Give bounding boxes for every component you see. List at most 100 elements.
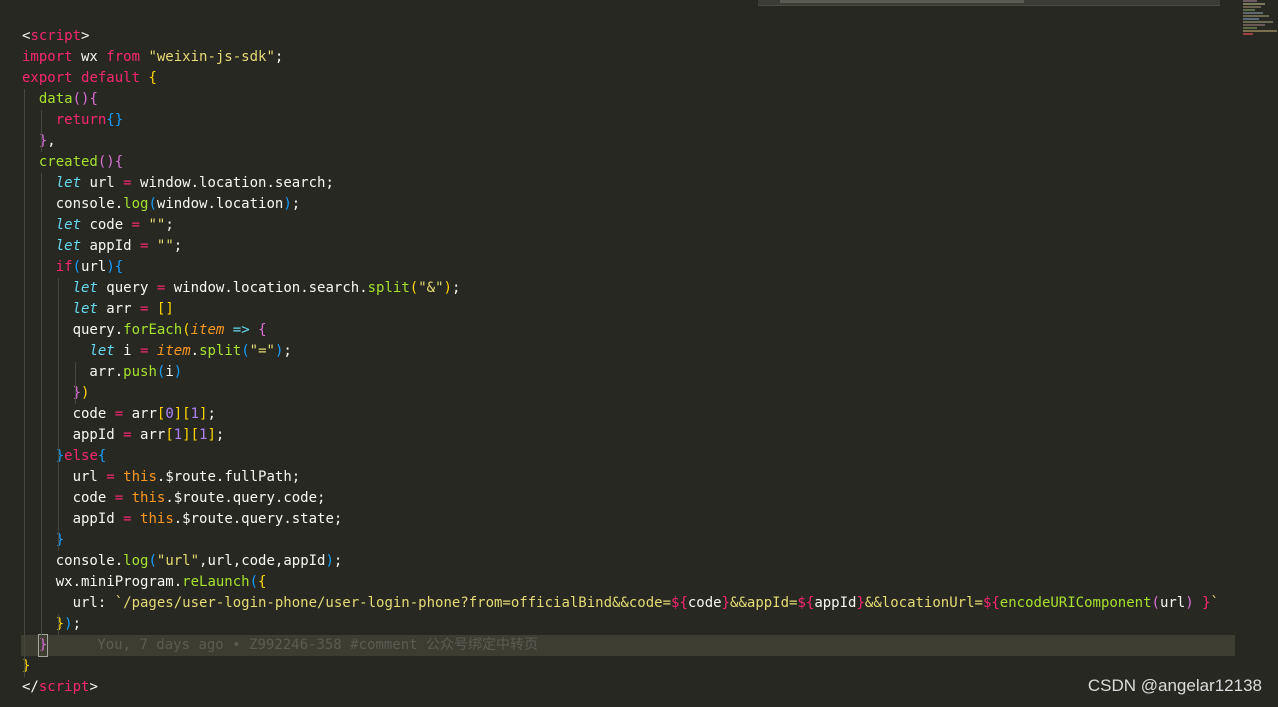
code-line[interactable]: let query = window.location.search.split…: [22, 278, 1235, 299]
code-line[interactable]: }else{: [22, 446, 1235, 467]
code-token: >: [89, 679, 98, 695]
indent-guide: [41, 173, 42, 656]
code-line[interactable]: data(){: [22, 89, 1235, 110]
code-token: (: [182, 322, 191, 338]
code-token: appId: [22, 427, 124, 443]
code-token: {: [114, 154, 124, 170]
code-line[interactable]: url: `/pages/user-login-phone/user-login…: [22, 593, 1235, 614]
code-line[interactable]: if(url){: [22, 257, 1235, 278]
code-token: ,url,code,appId: [199, 553, 326, 569]
code-token: (: [148, 553, 157, 569]
code-line[interactable]: query.forEach(item => {: [22, 320, 1235, 341]
code-token: appId: [22, 511, 124, 527]
code-editor[interactable]: <script> import wx from "weixin-js-sdk"; e…: [0, 0, 1240, 707]
code-token: }: [55, 532, 65, 548]
code-token: &&appId=: [730, 595, 798, 611]
code-token: ): [81, 385, 90, 401]
code-token: ): [64, 616, 73, 632]
code-line[interactable]: let i = item.split("=");: [22, 341, 1235, 362]
code-token: }: [721, 595, 731, 611]
code-token: ;: [333, 553, 343, 569]
code-token: {: [258, 322, 267, 338]
code-token: let: [72, 301, 98, 317]
code-line[interactable]: },: [22, 131, 1235, 152]
code-token: =: [123, 511, 132, 527]
git-blame-annotation: You, 7 days ago • Z992246-358 #comment 公…: [97, 637, 539, 653]
code-lines[interactable]: <script> import wx from "weixin-js-sdk"; e…: [21, 26, 1235, 698]
minimap[interactable]: [1243, 0, 1278, 48]
code-token: item: [156, 343, 191, 359]
code-line[interactable]: let arr = []: [22, 299, 1235, 320]
code-token: (): [97, 154, 115, 170]
code-token: code: [22, 406, 115, 422]
code-line[interactable]: arr.push(i): [22, 362, 1235, 383]
code-token: i: [165, 364, 174, 380]
code-token: ;: [274, 49, 284, 65]
code-line[interactable]: export default {: [22, 68, 1235, 89]
code-token: arr.: [22, 364, 124, 380]
code-token: default: [81, 70, 141, 86]
code-line[interactable]: }): [22, 383, 1235, 404]
code-line[interactable]: }: [22, 656, 1235, 677]
code-token: ): [106, 259, 115, 275]
code-token: "weixin-js-sdk": [148, 49, 275, 65]
code-token: log: [123, 553, 149, 569]
code-token: (: [241, 343, 250, 359]
code-token: script: [38, 679, 90, 695]
code-line[interactable]: appId = this.$route.query.state;: [22, 509, 1235, 530]
code-token: "": [156, 238, 174, 254]
code-token: ): [283, 196, 292, 212]
code-token: this: [123, 469, 157, 485]
code-token: let: [55, 238, 82, 254]
code-token: ): [443, 280, 452, 296]
code-token: {: [148, 70, 157, 86]
code-line[interactable]: created(){: [22, 152, 1235, 173]
code-line[interactable]: let code = "";: [22, 215, 1235, 236]
code-token: url: [81, 175, 124, 191]
code-token: encodeURIComponent: [999, 595, 1152, 611]
code-token: let: [72, 280, 98, 296]
code-line[interactable]: code = arr[0][1];: [22, 404, 1235, 425]
code-token: ;: [72, 616, 82, 632]
code-line[interactable]: code = this.$route.query.code;: [22, 488, 1235, 509]
code-line[interactable]: wx.miniProgram.reLaunch({: [22, 572, 1235, 593]
code-token: log: [123, 196, 149, 212]
code-token: url: [1159, 595, 1186, 611]
code-token: ): [173, 364, 183, 380]
code-token: appId: [81, 238, 141, 254]
code-token: window.location: [156, 196, 284, 212]
code-token: "&": [418, 280, 444, 296]
code-line[interactable]: return{}: [22, 110, 1235, 131]
code-line[interactable]: let url = window.location.search;: [22, 173, 1235, 194]
code-line[interactable]: </script>: [22, 677, 1235, 698]
code-line[interactable]: console.log(window.location);: [22, 194, 1235, 215]
code-token: (: [72, 259, 82, 275]
code-line[interactable]: import wx from "weixin-js-sdk";: [22, 47, 1235, 68]
code-line[interactable]: url = this.$route.fullPath;: [22, 467, 1235, 488]
code-token: ;: [215, 427, 225, 443]
code-token: ;: [283, 343, 292, 359]
code-line[interactable]: <script>: [22, 26, 1235, 47]
code-line[interactable]: });: [22, 614, 1235, 635]
scrollbar-thumb[interactable]: [780, 0, 1024, 3]
code-line[interactable]: appId = arr[1][1];: [22, 425, 1235, 446]
code-token: </: [22, 679, 39, 695]
code-token: from: [106, 49, 141, 65]
code-token: ]: [207, 427, 216, 443]
code-token: =: [114, 406, 124, 422]
code-line[interactable]: let appId = "";: [22, 236, 1235, 257]
code-token: ][: [182, 427, 200, 443]
code-token: =: [106, 469, 115, 485]
code-line-current[interactable]: } You, 7 days ago • Z992246-358 #comment …: [21, 634, 1235, 657]
code-line[interactable]: console.log("url",url,code,appId);: [22, 551, 1235, 572]
horizontal-scrollbar[interactable]: [758, 0, 1220, 6]
code-line[interactable]: }: [22, 530, 1235, 551]
